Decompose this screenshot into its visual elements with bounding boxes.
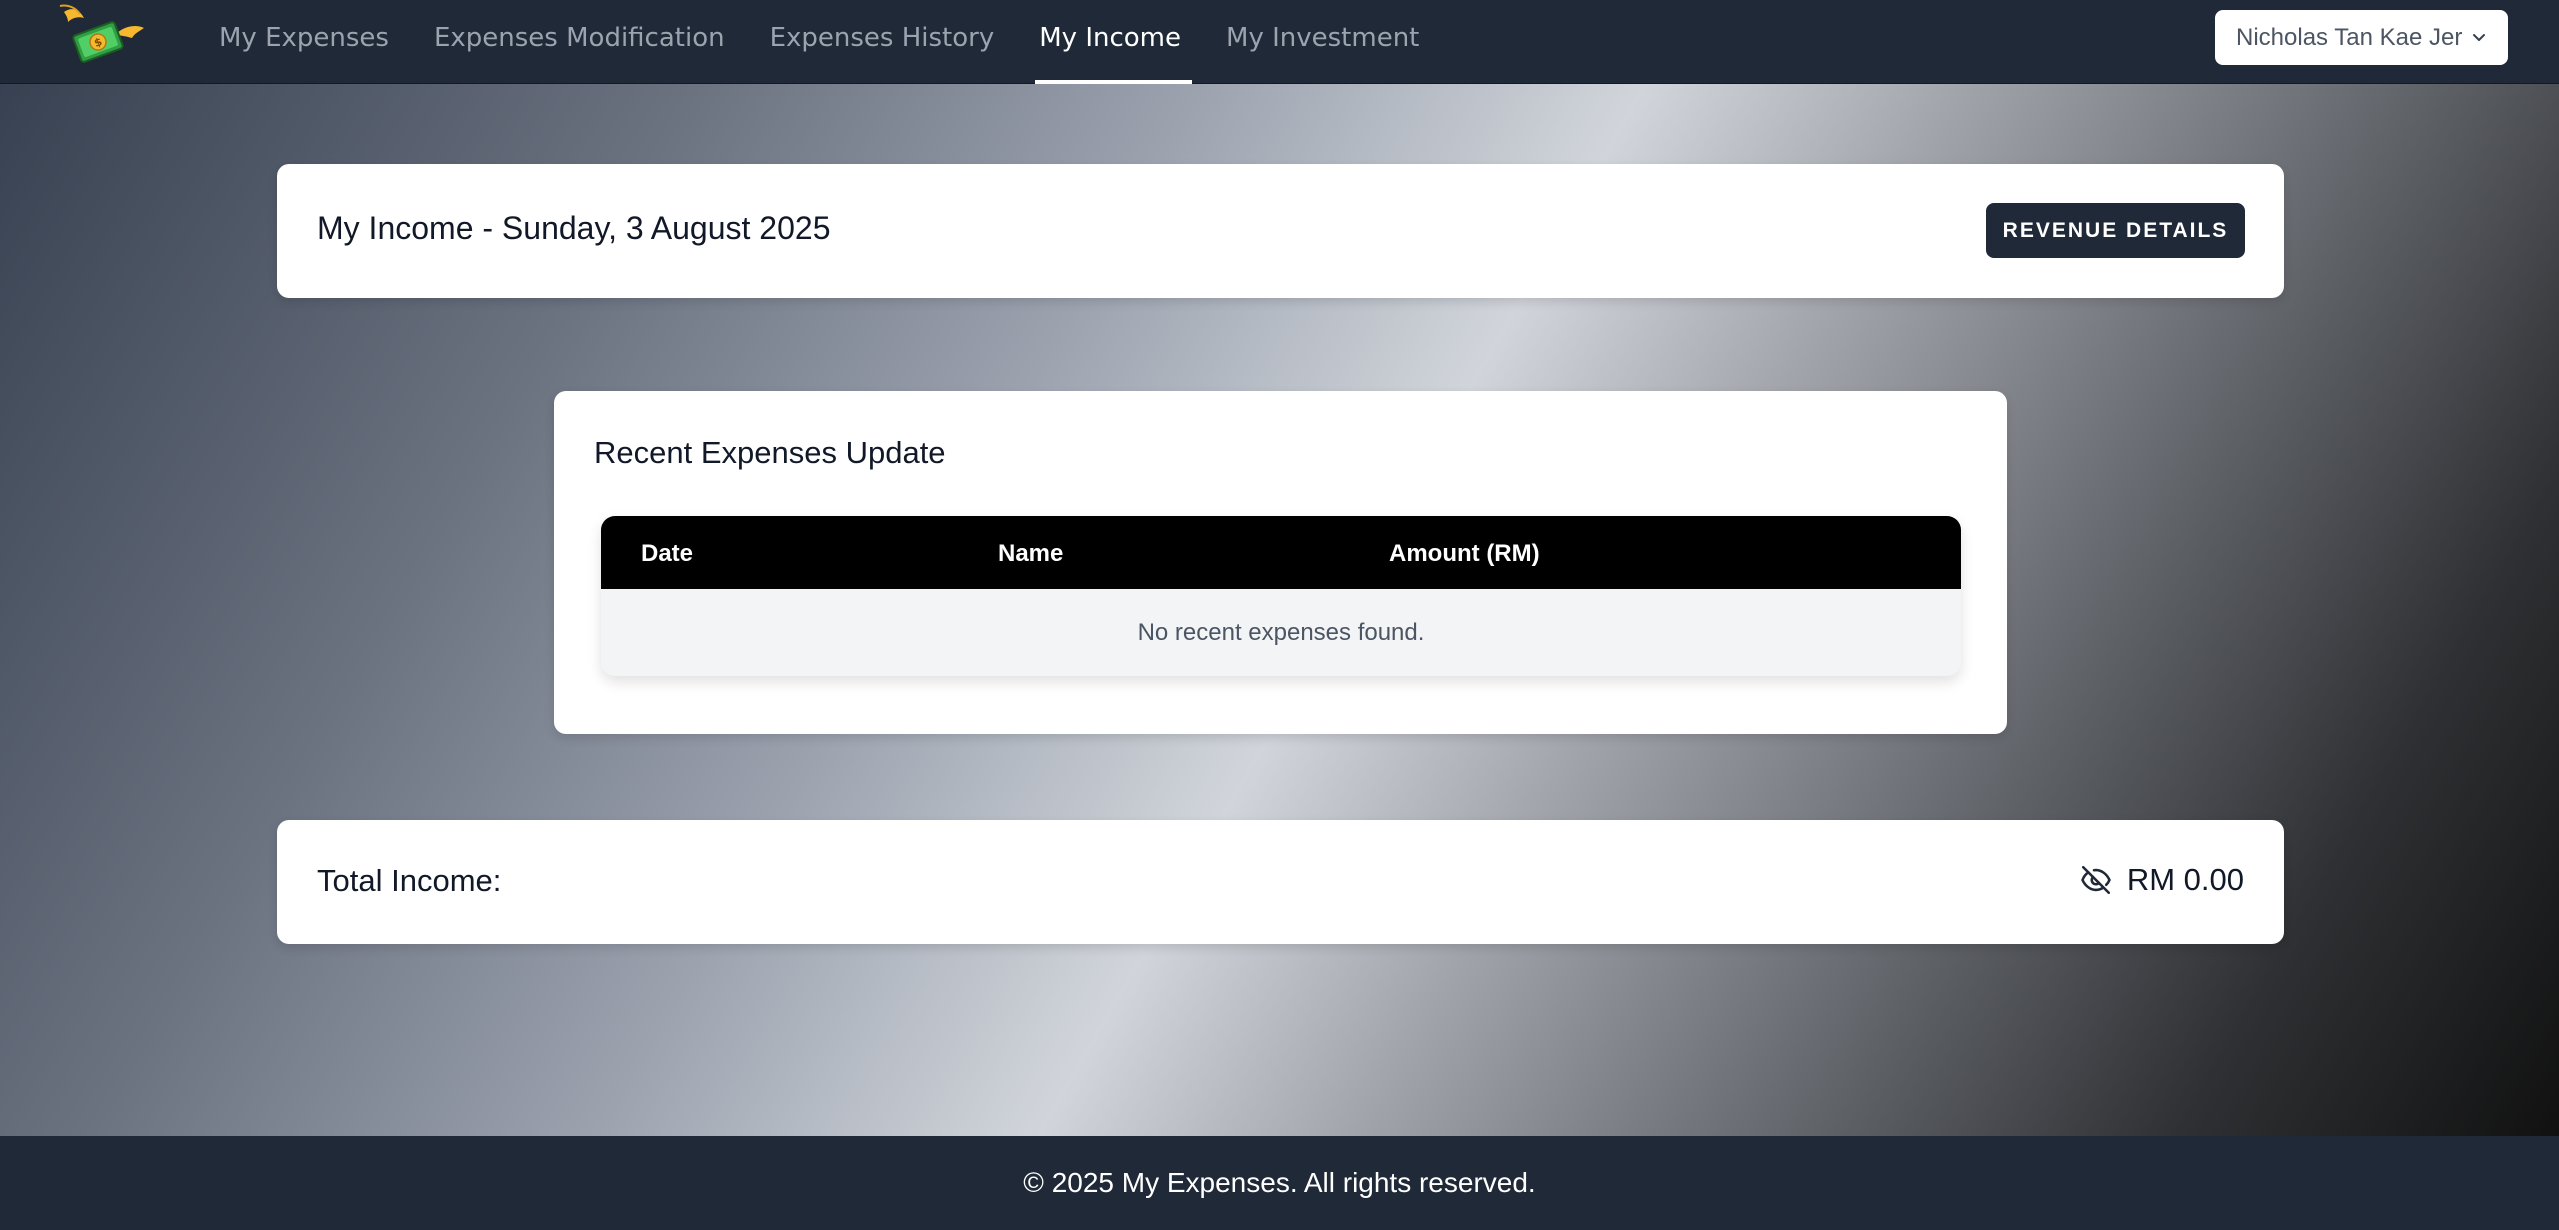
column-header-date: Date [641,540,694,567]
nav-link-my-investment[interactable]: My Investment [1215,0,1430,84]
nav-link-expenses-history[interactable]: Expenses History [759,0,1006,84]
income-header-card: My Income - Sunday, 3 August 2025 REVENU… [277,164,2284,298]
total-income-value-group: RM 0.00 [2079,860,2244,900]
page-title: My Income - Sunday, 3 August 2025 [317,210,831,246]
column-header-name: Name [998,540,1064,567]
table-header: Date Name Amount (RM) [601,516,1961,589]
nav-link-my-expenses[interactable]: My Expenses [208,0,400,84]
chevron-down-icon [2473,34,2485,41]
navbar: $ My Expenses Expenses Modification Expe… [0,0,2559,84]
flying-money-icon[interactable]: $ [58,4,144,66]
recent-expenses-card: Recent Expenses Update Date Name Amount … [554,391,2007,734]
total-income-value: RM 0.00 [2126,862,2244,897]
eye-off-icon[interactable] [2079,863,2113,897]
recent-expenses-title: Recent Expenses Update [594,435,946,470]
recent-expenses-table: Date Name Amount (RM) No recent expenses… [601,516,1961,676]
nav-link-my-income[interactable]: My Income [1028,0,1192,84]
footer: © 2025 My Expenses. All rights reserved. [0,1136,2559,1230]
column-header-amount: Amount (RM) [1389,540,1540,567]
user-name: Nicholas Tan Kae Jer [2236,23,2463,51]
nav-link-expenses-modification[interactable]: Expenses Modification [423,0,736,84]
revenue-details-button[interactable]: REVENUE DETAILS [1986,203,2245,258]
nav-links: My Expenses Expenses Modification Expens… [208,0,1453,84]
main-content: My Income - Sunday, 3 August 2025 REVENU… [0,84,2559,1136]
empty-table-message: No recent expenses found. [1137,618,1425,646]
total-income-card: Total Income: RM 0.00 [277,820,2284,944]
user-menu-dropdown[interactable]: Nicholas Tan Kae Jer [2215,10,2508,65]
total-income-label: Total Income: [317,863,502,898]
footer-copyright: © 2025 My Expenses. All rights reserved. [1023,1167,1536,1198]
